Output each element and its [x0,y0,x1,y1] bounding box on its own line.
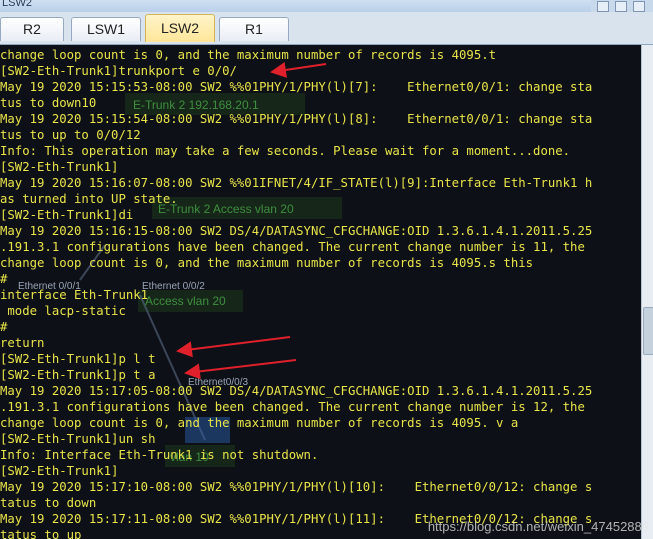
terminal-line: May 19 2020 15:16:15-08:00 SW2 DS/4/DATA… [0,224,593,238]
device-tab-bar: R2 LSW1 LSW2 R1 [0,12,653,45]
window-title: LSW2 [2,0,32,9]
tab-r1[interactable]: R1 [219,17,289,41]
terminal-line: [SW2-Eth-Trunk1]trunkport e 0/0/ [0,64,237,78]
terminal-line: as turned into UP state. [0,192,178,206]
terminal-line: tatus to down [0,496,97,510]
tab-r2[interactable]: R2 [0,17,64,41]
maximize-icon[interactable] [615,1,627,12]
watermark: https://blog.csdn.net/weixin_47452889 [427,519,649,534]
terminal-scrollbar[interactable] [641,45,653,539]
terminal-line: return [0,336,45,350]
terminal-line: Info: This operation may take a few seco… [0,144,571,158]
terminal-line: # [0,320,8,334]
tab-lsw2[interactable]: LSW2 [145,14,215,42]
terminal-line: change loop count is 0, and the maximum … [0,48,497,62]
terminal-line: Info: Interface Eth-Trunk1 is not shutdo… [0,448,319,462]
terminal-line: .191.3.1 configurations have been change… [0,240,585,254]
terminal-line: May 19 2020 15:17:10-08:00 SW2 %%01PHY/1… [0,480,593,494]
terminal-line: .191.3.1 configurations have been change… [0,400,585,414]
terminal-line: tus to up to 0/0/12 [0,128,141,142]
terminal-line: change loop count is 0, and the maximum … [0,416,519,430]
terminal-line: May 19 2020 15:17:05-08:00 SW2 DS/4/DATA… [0,384,593,398]
terminal-line: mode lacp-static [0,304,126,318]
tab-lsw1[interactable]: LSW1 [71,17,141,41]
terminal-line: [SW2-Eth-Trunk1]di [0,208,134,222]
close-icon[interactable] [633,1,645,12]
terminal-line: # [0,272,8,286]
minimize-icon[interactable] [597,1,609,12]
cli-terminal[interactable]: E-Trunk 2 192.168.20.1 E-Trunk 2 Access … [0,45,641,539]
terminal-line: [SW2-Eth-Trunk1] [0,160,119,174]
terminal-line: tus to down10 [0,96,97,110]
terminal-line: May 19 2020 15:15:54-08:00 SW2 %%01PHY/1… [0,112,593,126]
terminal-line: [SW2-Eth-Trunk1]p l t [0,352,156,366]
terminal-output: change loop count is 0, and the maximum … [0,47,592,539]
terminal-line: May 19 2020 15:16:07-08:00 SW2 %%01IFNET… [0,176,593,190]
window-controls [591,0,653,12]
terminal-line: [SW2-Eth-Trunk1] [0,464,119,478]
terminal-line: [SW2-Eth-Trunk1]p t a [0,368,156,382]
terminal-line: change loop count is 0, and the maximum … [0,256,534,270]
terminal-line: May 19 2020 15:15:53-08:00 SW2 %%01PHY/1… [0,80,593,94]
terminal-line: [SW2-Eth-Trunk1]un sh [0,432,156,446]
terminal-line: interface Eth-Trunk1 [0,288,149,302]
scrollbar-thumb[interactable] [643,307,653,355]
